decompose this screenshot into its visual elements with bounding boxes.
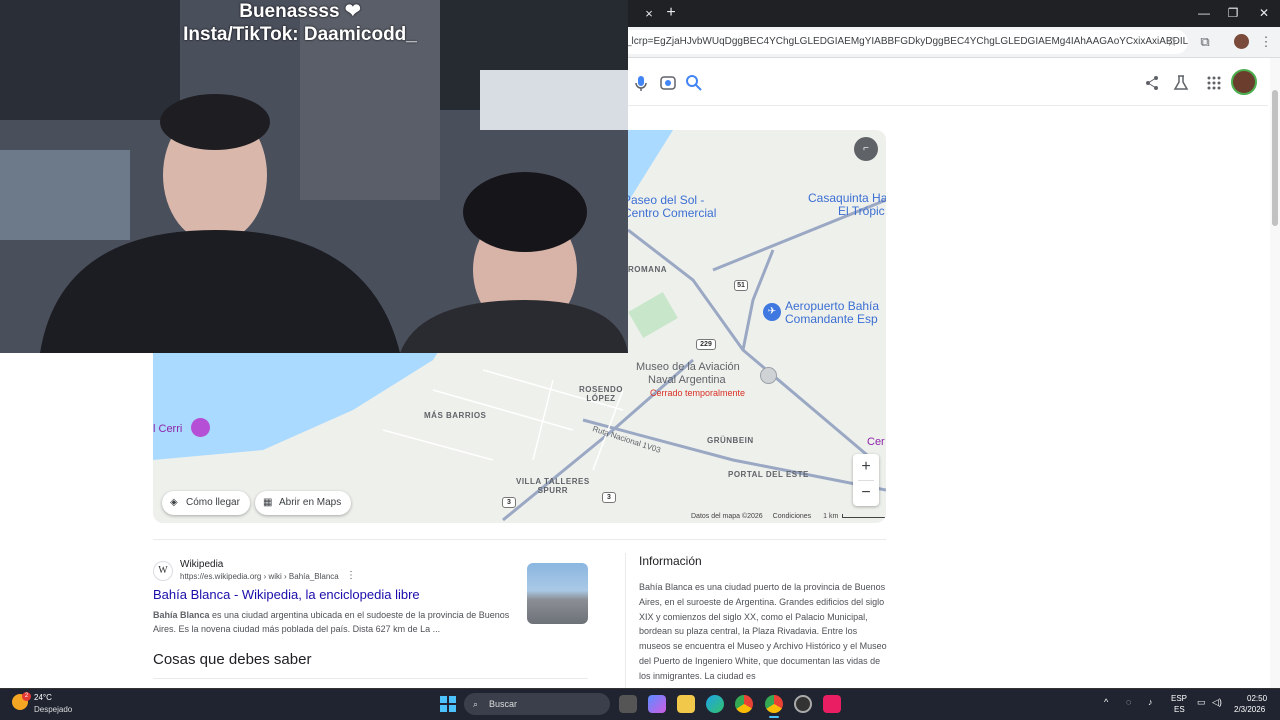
map-label-portal: PORTAL DEL ESTE: [728, 470, 809, 479]
active-app-indicator: [769, 716, 779, 718]
map-label-mas-barrios: MÁS BARRIOS: [424, 411, 487, 420]
display-icon[interactable]: ▭: [1197, 697, 1206, 708]
map-icon: ▦: [263, 497, 273, 508]
edge-icon[interactable]: [706, 695, 724, 713]
profile-avatar[interactable]: [1234, 34, 1249, 49]
open-in-maps-button[interactable]: ▦ Abrir en Maps: [255, 491, 352, 515]
museum-icon[interactable]: [760, 367, 777, 384]
info-heading: Información: [639, 554, 702, 568]
chrome-icon[interactable]: [735, 695, 753, 713]
webcam-overlay: Buenassss ❤ Insta/TikTok: Daamicodd_: [0, 0, 628, 353]
map-label-grunbein: GRÜNBEIN: [707, 436, 754, 445]
route-shield-51: 51: [734, 280, 748, 291]
result-more-icon[interactable]: ⋮: [346, 570, 356, 581]
section-divider: [153, 539, 886, 540]
map-terms-link[interactable]: Condiciones: [773, 513, 812, 520]
obs-icon[interactable]: [794, 695, 812, 713]
task-view-icon[interactable]: [619, 695, 637, 713]
map-label-cer[interactable]: Cer: [867, 436, 885, 448]
microphone-icon[interactable]: ♪: [1148, 697, 1153, 707]
map-label-romana: ROMANA: [628, 265, 667, 274]
map-label-casaquinta[interactable]: Casaquinta Ha El Trópic: [808, 192, 886, 218]
result-title-link[interactable]: Bahía Blanca - Wikipedia, la enciclopedi…: [153, 587, 420, 602]
browser-menu-icon[interactable]: ⋮: [1256, 32, 1276, 52]
share-icon[interactable]: [1141, 72, 1163, 94]
weather-notification-badge: 2: [22, 692, 31, 701]
zoom-out-button[interactable]: −: [853, 480, 879, 506]
result-thumbnail[interactable]: [527, 563, 588, 624]
column-divider: [625, 553, 626, 688]
weather-temperature[interactable]: 24°C: [34, 693, 52, 702]
voice-search-icon[interactable]: [630, 72, 652, 94]
lens-search-icon[interactable]: [657, 72, 679, 94]
weather-description[interactable]: Despejado: [34, 705, 72, 714]
result-url[interactable]: https://es.wikipedia.org › wiki › Bahía_…: [180, 572, 339, 581]
map-data-credit: Datos del mapa ©2026: [691, 513, 763, 520]
directions-icon: ◈: [170, 497, 178, 508]
maximize-button[interactable]: ❐: [1218, 4, 1248, 22]
map-label-cerri[interactable]: l Cerri: [153, 423, 182, 435]
info-text: Bahía Blanca es una ciudad puerto de la …: [639, 582, 887, 681]
collapse-map-icon[interactable]: ⌐: [854, 137, 878, 161]
search-icon[interactable]: [683, 72, 705, 94]
map-label-museo[interactable]: Museo de la Aviación Naval Argentina Cerra…: [636, 361, 745, 400]
webcam-caption: Buenassss ❤ Insta/TikTok: Daamicodd_: [183, 1, 417, 45]
search-icon: ⌕: [473, 699, 479, 709]
windows-taskbar: [0, 688, 1280, 720]
chrome-active-icon[interactable]: [765, 695, 783, 713]
things-divider: [153, 678, 588, 679]
address-bar[interactable]: _lcrp=EgZjaHJvbWUqDggBEC4YChgLGLEDGIAEMg…: [600, 30, 1188, 54]
clock-time[interactable]: 02:50: [1247, 694, 1267, 703]
route-shield-3b: 3: [502, 497, 516, 508]
windows-start-icon[interactable]: [440, 696, 456, 712]
result-site-name[interactable]: Wikipedia: [180, 559, 223, 570]
scrollbar-thumb[interactable]: [1272, 90, 1278, 226]
zoom-in-button[interactable]: +: [853, 454, 879, 480]
extensions-icon[interactable]: ⧉: [1195, 32, 1215, 52]
keyboard-layout[interactable]: ES: [1174, 705, 1185, 714]
file-explorer-icon[interactable]: [677, 695, 695, 713]
tiktok-icon[interactable]: [823, 695, 841, 713]
apps-grid-icon[interactable]: [1203, 72, 1225, 94]
directions-button[interactable]: ◈ Cómo llegar: [162, 491, 250, 515]
new-tab-button[interactable]: +: [662, 4, 680, 22]
language-indicator[interactable]: ESP: [1171, 694, 1187, 703]
airport-icon[interactable]: ✈: [763, 303, 781, 321]
volume-icon[interactable]: ◁): [1212, 697, 1222, 708]
map-footer: Datos del mapa ©2026 Condiciones 1 km: [691, 513, 886, 520]
bookmark-star-icon[interactable]: ☆: [1162, 32, 1182, 52]
network-icon[interactable]: ◌: [1126, 697, 1131, 707]
wikipedia-favicon: W: [153, 561, 173, 581]
place-pin-icon[interactable]: [191, 418, 210, 437]
map-scale: 1 km: [823, 513, 839, 520]
account-avatar[interactable]: [1231, 69, 1257, 95]
close-window-button[interactable]: ✕: [1249, 4, 1279, 22]
copilot-icon[interactable]: [648, 695, 666, 713]
tray-overflow-icon[interactable]: ^: [1104, 697, 1108, 707]
route-shield-3: 3: [602, 492, 616, 503]
taskbar-search[interactable]: ⌕ Buscar: [464, 693, 610, 715]
map-label-villa-talleres: VILLA TALLERES SPURR: [516, 477, 590, 495]
webcam-feed: [0, 0, 628, 353]
route-shield-229: 229: [696, 339, 716, 350]
tab-close-icon[interactable]: ×: [640, 5, 658, 23]
map-label-paseo[interactable]: Paseo del Sol - Centro Comercial: [623, 194, 716, 220]
map-label-aeropuerto[interactable]: Aeropuerto Bahía Comandante Esp: [785, 300, 879, 326]
minimize-button[interactable]: —: [1189, 4, 1219, 22]
labs-flask-icon[interactable]: [1170, 72, 1192, 94]
result-snippet: Bahía Blanca es una ciudad argentina ubi…: [153, 610, 510, 634]
map-label-rosendo: ROSENDO LÓPEZ: [579, 385, 623, 403]
things-to-know-heading: Cosas que debes saber: [153, 651, 312, 668]
zoom-controls: + −: [853, 454, 879, 506]
clock-date[interactable]: 2/3/2026: [1234, 705, 1265, 714]
